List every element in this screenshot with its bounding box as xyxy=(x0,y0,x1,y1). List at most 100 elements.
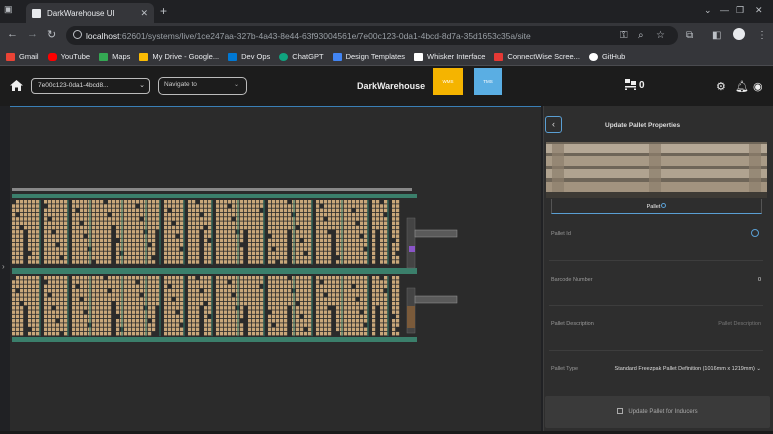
rack-slot[interactable] xyxy=(392,234,396,238)
rack-slot[interactable] xyxy=(52,208,56,213)
rack-slot[interactable] xyxy=(328,276,332,280)
rack-slot[interactable] xyxy=(152,251,156,256)
rack-slot[interactable] xyxy=(272,251,276,256)
rack-slot[interactable] xyxy=(112,212,116,217)
rack-slot[interactable] xyxy=(216,319,220,323)
rack-slot[interactable] xyxy=(36,314,40,319)
rack-slot[interactable] xyxy=(28,225,32,230)
rack-slot[interactable] xyxy=(24,276,28,280)
rack-slot[interactable] xyxy=(208,293,212,297)
rack-slot[interactable] xyxy=(380,310,384,314)
rack-slot[interactable] xyxy=(344,293,348,297)
rack-slot[interactable] xyxy=(208,200,212,204)
rack-slot[interactable] xyxy=(72,208,76,213)
rack-slot[interactable] xyxy=(12,225,16,230)
site-info-icon[interactable] xyxy=(73,30,82,39)
rack-slot[interactable] xyxy=(140,230,144,234)
rack-slot[interactable] xyxy=(152,221,156,226)
rack-slot[interactable] xyxy=(376,204,380,208)
rack-slot[interactable] xyxy=(200,225,204,230)
rack-slot[interactable] xyxy=(164,225,168,230)
rack-slot[interactable] xyxy=(220,251,224,256)
rack-slot[interactable] xyxy=(360,306,364,310)
rack-slot[interactable] xyxy=(152,230,156,234)
rack-slot[interactable] xyxy=(32,221,36,226)
rack-slot[interactable] xyxy=(92,284,96,289)
rack-slot[interactable] xyxy=(260,327,264,332)
rack-slot[interactable] xyxy=(268,243,272,247)
rack-slot[interactable] xyxy=(320,200,324,204)
rack-slot[interactable] xyxy=(128,217,132,221)
rack-slot[interactable] xyxy=(328,212,332,217)
rack-slot[interactable] xyxy=(52,297,56,302)
rack-slot[interactable] xyxy=(232,331,236,336)
rack-slot[interactable] xyxy=(228,230,232,234)
rack-slot[interactable] xyxy=(364,276,368,280)
rack-slot[interactable] xyxy=(372,314,376,319)
rack-slot[interactable] xyxy=(192,208,196,213)
rack-slot[interactable] xyxy=(192,238,196,243)
rack-slot[interactable] xyxy=(76,238,80,243)
rack-slot[interactable] xyxy=(28,238,32,243)
rack-slot[interactable] xyxy=(336,284,340,289)
rack-slot[interactable] xyxy=(20,238,24,243)
rack-slot[interactable] xyxy=(104,327,108,332)
rack-slot[interactable] xyxy=(196,204,200,208)
rack-slot[interactable] xyxy=(344,306,348,310)
system-select[interactable]: 7e00c123-0da1-4bcd8... ⌄ xyxy=(31,78,150,94)
rack-slot[interactable] xyxy=(192,331,196,336)
rack-slot[interactable] xyxy=(64,288,68,293)
rack-slot[interactable] xyxy=(172,217,176,221)
rack-slot[interactable] xyxy=(348,323,352,327)
rack-slot[interactable] xyxy=(396,200,400,204)
rack-slot[interactable] xyxy=(116,331,120,336)
rack-slot[interactable] xyxy=(140,204,144,208)
rack-slot[interactable] xyxy=(48,225,52,230)
rack-slot[interactable] xyxy=(180,327,184,332)
rack-slot[interactable] xyxy=(324,306,328,310)
rack-slot[interactable] xyxy=(204,230,208,234)
rack-slot[interactable] xyxy=(172,280,176,284)
rack-slot[interactable] xyxy=(272,301,276,306)
rack-slot[interactable] xyxy=(376,217,380,221)
rack-slot[interactable] xyxy=(260,293,264,297)
rack-slot[interactable] xyxy=(28,293,32,297)
rack-slot[interactable] xyxy=(360,293,364,297)
rack-slot[interactable] xyxy=(296,247,300,251)
rack-slot[interactable] xyxy=(228,238,232,243)
rack-slot[interactable] xyxy=(360,247,364,251)
rack-slot[interactable] xyxy=(116,230,120,234)
rack-slot[interactable] xyxy=(12,323,16,327)
rack-slot[interactable] xyxy=(204,234,208,238)
rack-slot[interactable] xyxy=(116,225,120,230)
rack-slot[interactable] xyxy=(180,225,184,230)
rack-slot[interactable] xyxy=(188,243,192,247)
rack-slot[interactable] xyxy=(260,306,264,310)
rack-slot[interactable] xyxy=(48,251,52,256)
rack-slot[interactable] xyxy=(364,288,368,293)
rack-slot[interactable] xyxy=(280,238,284,243)
rack-slot[interactable] xyxy=(224,323,228,327)
rack-slot[interactable] xyxy=(44,238,48,243)
rack-slot[interactable] xyxy=(128,255,132,260)
rack-slot[interactable] xyxy=(372,230,376,234)
rack-slot[interactable] xyxy=(240,221,244,226)
rack-slot[interactable] xyxy=(156,301,160,306)
rack-slot[interactable] xyxy=(280,319,284,323)
rack-slot[interactable] xyxy=(396,319,400,323)
rack-slot[interactable] xyxy=(44,284,48,289)
rack-slot[interactable] xyxy=(232,225,236,230)
rack-slot[interactable] xyxy=(296,208,300,213)
rack-slot[interactable] xyxy=(260,323,264,327)
rack-slot[interactable] xyxy=(344,251,348,256)
rack-slot[interactable] xyxy=(168,327,172,332)
rack-slot[interactable] xyxy=(176,255,180,260)
rack-slot[interactable] xyxy=(188,288,192,293)
rack-slot[interactable] xyxy=(188,260,192,264)
rack-slot[interactable] xyxy=(280,230,284,234)
rack-slot[interactable] xyxy=(164,301,168,306)
rack-slot[interactable] xyxy=(256,221,260,226)
rack-slot[interactable] xyxy=(76,293,80,297)
rack-slot[interactable] xyxy=(224,276,228,280)
rack-slot[interactable] xyxy=(60,243,64,247)
